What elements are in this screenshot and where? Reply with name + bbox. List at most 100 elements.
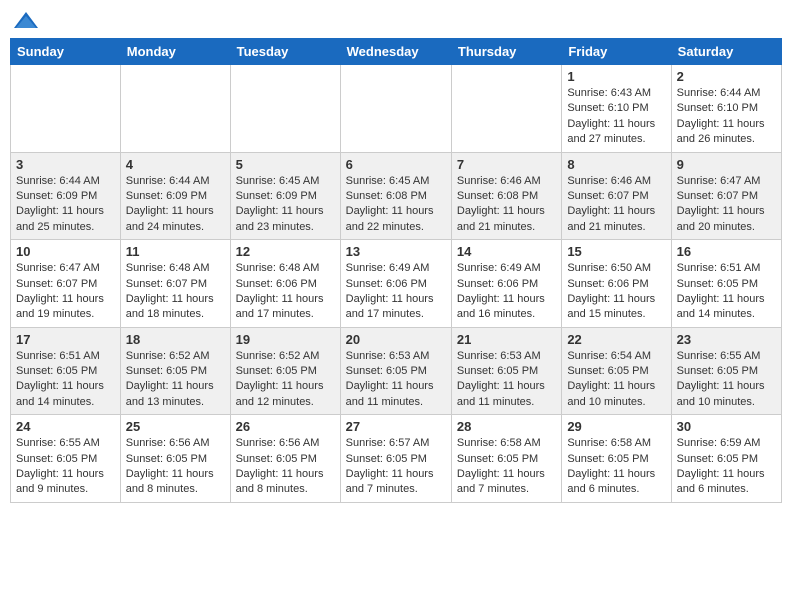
calendar-week-row: 17 Sunrise: 6:51 AM Sunset: 6:05 PM Dayli… [11, 327, 782, 415]
calendar-cell: 14 Sunrise: 6:49 AM Sunset: 6:06 PM Dayli… [451, 240, 561, 328]
calendar-cell [451, 65, 561, 153]
day-number: 26 [236, 419, 335, 434]
calendar-header-wednesday: Wednesday [340, 39, 451, 65]
day-info: Sunrise: 6:44 AM Sunset: 6:09 PM Dayligh… [126, 174, 225, 236]
calendar-cell: 21 Sunrise: 6:53 AM Sunset: 6:05 PM Dayli… [451, 327, 561, 415]
day-number: 18 [126, 332, 225, 347]
calendar-header-tuesday: Tuesday [230, 39, 340, 65]
calendar-week-row: 10 Sunrise: 6:47 AM Sunset: 6:07 PM Dayli… [11, 240, 782, 328]
calendar-week-row: 24 Sunrise: 6:55 AM Sunset: 6:05 PM Dayli… [11, 415, 782, 503]
day-info: Sunrise: 6:46 AM Sunset: 6:07 PM Dayligh… [567, 174, 665, 236]
day-number: 24 [16, 419, 115, 434]
day-number: 1 [567, 69, 665, 84]
calendar-cell: 13 Sunrise: 6:49 AM Sunset: 6:06 PM Dayli… [340, 240, 451, 328]
day-number: 27 [346, 419, 446, 434]
calendar-cell: 12 Sunrise: 6:48 AM Sunset: 6:06 PM Dayli… [230, 240, 340, 328]
day-info: Sunrise: 6:53 AM Sunset: 6:05 PM Dayligh… [346, 349, 446, 411]
day-info: Sunrise: 6:46 AM Sunset: 6:08 PM Dayligh… [457, 174, 556, 236]
day-info: Sunrise: 6:47 AM Sunset: 6:07 PM Dayligh… [677, 174, 776, 236]
day-number: 25 [126, 419, 225, 434]
calendar-cell: 20 Sunrise: 6:53 AM Sunset: 6:05 PM Dayli… [340, 327, 451, 415]
day-info: Sunrise: 6:55 AM Sunset: 6:05 PM Dayligh… [677, 349, 776, 411]
day-info: Sunrise: 6:49 AM Sunset: 6:06 PM Dayligh… [346, 261, 446, 323]
day-number: 4 [126, 157, 225, 172]
calendar-cell: 5Sunrise: 6:45 AM Sunset: 6:09 PM Daylig… [230, 152, 340, 240]
day-info: Sunrise: 6:48 AM Sunset: 6:06 PM Dayligh… [236, 261, 335, 323]
day-number: 29 [567, 419, 665, 434]
day-number: 17 [16, 332, 115, 347]
calendar-cell: 19 Sunrise: 6:52 AM Sunset: 6:05 PM Dayli… [230, 327, 340, 415]
calendar-cell: 7Sunrise: 6:46 AM Sunset: 6:08 PM Daylig… [451, 152, 561, 240]
day-info: Sunrise: 6:52 AM Sunset: 6:05 PM Dayligh… [236, 349, 335, 411]
logo [10, 10, 40, 32]
day-info: Sunrise: 6:44 AM Sunset: 6:10 PM Dayligh… [677, 86, 776, 148]
day-number: 12 [236, 244, 335, 259]
day-info: Sunrise: 6:50 AM Sunset: 6:06 PM Dayligh… [567, 261, 665, 323]
calendar-cell: 18 Sunrise: 6:52 AM Sunset: 6:05 PM Dayli… [120, 327, 230, 415]
day-number: 13 [346, 244, 446, 259]
calendar-cell: 28 Sunrise: 6:58 AM Sunset: 6:05 PM Dayli… [451, 415, 561, 503]
day-info: Sunrise: 6:53 AM Sunset: 6:05 PM Dayligh… [457, 349, 556, 411]
calendar-cell: 10 Sunrise: 6:47 AM Sunset: 6:07 PM Dayli… [11, 240, 121, 328]
calendar-cell [120, 65, 230, 153]
day-number: 16 [677, 244, 776, 259]
calendar: SundayMondayTuesdayWednesdayThursdayFrid… [10, 38, 782, 503]
calendar-cell [230, 65, 340, 153]
calendar-week-row: 3Sunrise: 6:44 AM Sunset: 6:09 PM Daylig… [11, 152, 782, 240]
day-info: Sunrise: 6:47 AM Sunset: 6:07 PM Dayligh… [16, 261, 115, 323]
calendar-week-row: 1 Sunrise: 6:43 AM Sunset: 6:10 PM Daylig… [11, 65, 782, 153]
logo-icon [12, 10, 40, 32]
calendar-header-friday: Friday [562, 39, 671, 65]
calendar-cell: 8 Sunrise: 6:46 AM Sunset: 6:07 PM Daylig… [562, 152, 671, 240]
calendar-cell: 29 Sunrise: 6:58 AM Sunset: 6:05 PM Dayli… [562, 415, 671, 503]
day-info: Sunrise: 6:56 AM Sunset: 6:05 PM Dayligh… [236, 436, 335, 498]
day-info: Sunrise: 6:48 AM Sunset: 6:07 PM Dayligh… [126, 261, 225, 323]
calendar-cell: 23 Sunrise: 6:55 AM Sunset: 6:05 PM Dayli… [671, 327, 781, 415]
calendar-cell: 1 Sunrise: 6:43 AM Sunset: 6:10 PM Daylig… [562, 65, 671, 153]
day-info: Sunrise: 6:52 AM Sunset: 6:05 PM Dayligh… [126, 349, 225, 411]
page-header [10, 10, 782, 32]
calendar-cell: 15 Sunrise: 6:50 AM Sunset: 6:06 PM Dayli… [562, 240, 671, 328]
day-number: 5 [236, 157, 335, 172]
day-number: 19 [236, 332, 335, 347]
day-info: Sunrise: 6:51 AM Sunset: 6:05 PM Dayligh… [677, 261, 776, 323]
day-info: Sunrise: 6:55 AM Sunset: 6:05 PM Dayligh… [16, 436, 115, 498]
day-info: Sunrise: 6:58 AM Sunset: 6:05 PM Dayligh… [457, 436, 556, 498]
day-info: Sunrise: 6:49 AM Sunset: 6:06 PM Dayligh… [457, 261, 556, 323]
calendar-cell: 22 Sunrise: 6:54 AM Sunset: 6:05 PM Dayli… [562, 327, 671, 415]
day-number: 15 [567, 244, 665, 259]
day-info: Sunrise: 6:58 AM Sunset: 6:05 PM Dayligh… [567, 436, 665, 498]
calendar-cell: 6Sunrise: 6:45 AM Sunset: 6:08 PM Daylig… [340, 152, 451, 240]
calendar-cell: 11 Sunrise: 6:48 AM Sunset: 6:07 PM Dayli… [120, 240, 230, 328]
calendar-cell: 27 Sunrise: 6:57 AM Sunset: 6:05 PM Dayli… [340, 415, 451, 503]
day-number: 9 [677, 157, 776, 172]
day-info: Sunrise: 6:57 AM Sunset: 6:05 PM Dayligh… [346, 436, 446, 498]
day-number: 20 [346, 332, 446, 347]
calendar-cell: 16 Sunrise: 6:51 AM Sunset: 6:05 PM Dayli… [671, 240, 781, 328]
day-number: 30 [677, 419, 776, 434]
day-info: Sunrise: 6:56 AM Sunset: 6:05 PM Dayligh… [126, 436, 225, 498]
calendar-cell: 24 Sunrise: 6:55 AM Sunset: 6:05 PM Dayli… [11, 415, 121, 503]
calendar-cell: 9 Sunrise: 6:47 AM Sunset: 6:07 PM Daylig… [671, 152, 781, 240]
calendar-cell [340, 65, 451, 153]
calendar-header-saturday: Saturday [671, 39, 781, 65]
calendar-cell: 2Sunrise: 6:44 AM Sunset: 6:10 PM Daylig… [671, 65, 781, 153]
calendar-header-monday: Monday [120, 39, 230, 65]
day-number: 10 [16, 244, 115, 259]
day-info: Sunrise: 6:54 AM Sunset: 6:05 PM Dayligh… [567, 349, 665, 411]
calendar-cell: 30 Sunrise: 6:59 AM Sunset: 6:05 PM Dayli… [671, 415, 781, 503]
day-info: Sunrise: 6:59 AM Sunset: 6:05 PM Dayligh… [677, 436, 776, 498]
day-info: Sunrise: 6:43 AM Sunset: 6:10 PM Dayligh… [567, 86, 665, 148]
day-number: 8 [567, 157, 665, 172]
day-number: 22 [567, 332, 665, 347]
day-number: 11 [126, 244, 225, 259]
day-number: 21 [457, 332, 556, 347]
day-info: Sunrise: 6:44 AM Sunset: 6:09 PM Dayligh… [16, 174, 115, 236]
calendar-cell: 26 Sunrise: 6:56 AM Sunset: 6:05 PM Dayli… [230, 415, 340, 503]
day-info: Sunrise: 6:51 AM Sunset: 6:05 PM Dayligh… [16, 349, 115, 411]
day-number: 28 [457, 419, 556, 434]
calendar-header-thursday: Thursday [451, 39, 561, 65]
day-number: 23 [677, 332, 776, 347]
day-number: 14 [457, 244, 556, 259]
calendar-header-row: SundayMondayTuesdayWednesdayThursdayFrid… [11, 39, 782, 65]
